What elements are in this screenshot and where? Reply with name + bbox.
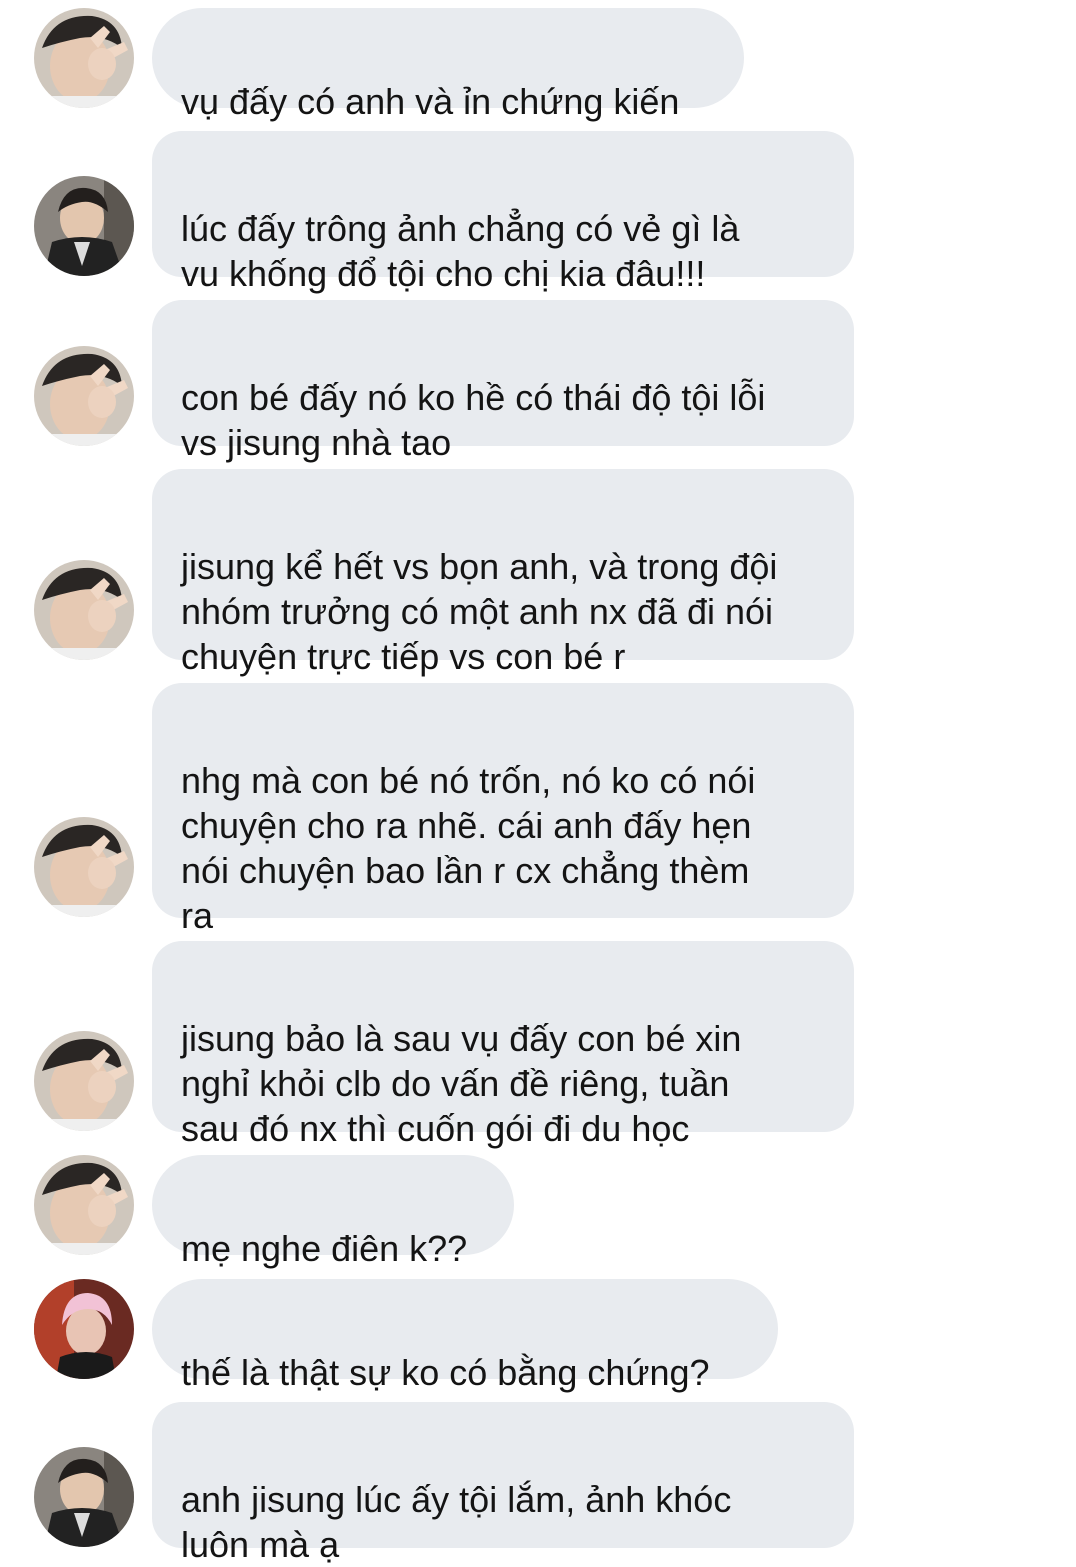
message-text: vụ đấy có anh và ỉn chứng kiến <box>181 81 680 122</box>
sender-avatar[interactable] <box>34 8 134 108</box>
sender-avatar[interactable] <box>34 560 134 660</box>
message-bubble[interactable]: anh jisung lúc ấy tội lắm, ảnh khóc luôn… <box>152 1402 854 1565</box>
pink-hair-avatar-icon <box>34 1279 134 1379</box>
hand-avatar-icon <box>34 8 134 108</box>
sender-avatar[interactable] <box>34 1031 134 1131</box>
message-bubble[interactable]: vụ đấy có anh và ỉn chứng kiến <box>152 8 744 122</box>
message-bubble[interactable]: thế là thật sự ko có bằng chứng? <box>152 1279 778 1393</box>
message-bubble[interactable]: nhg mà con bé nó trốn, nó ko có nói chuy… <box>152 683 854 936</box>
message-bubble[interactable]: mẹ nghe điên k?? <box>152 1155 514 1269</box>
message-text: nhg mà con bé nó trốn, nó ko có nói chuy… <box>181 760 756 936</box>
sender-avatar[interactable] <box>34 1447 134 1547</box>
hand-avatar-icon <box>34 346 134 446</box>
hand-avatar-icon <box>34 560 134 660</box>
message-bubble[interactable]: jisung bảo là sau vụ đấy con bé xin nghỉ… <box>152 941 854 1149</box>
message-bubble[interactable]: con bé đấy nó ko hề có thái độ tội lỗi v… <box>152 300 854 463</box>
jacket-avatar-icon <box>34 1447 134 1547</box>
message-text: mẹ nghe điên k?? <box>181 1228 468 1269</box>
hand-avatar-icon <box>34 1031 134 1131</box>
jacket-avatar-icon <box>34 176 134 276</box>
message-text: lúc đấy trông ảnh chẳng có vẻ gì là vu k… <box>181 208 740 294</box>
hand-avatar-icon <box>34 817 134 917</box>
message-bubble[interactable]: lúc đấy trông ảnh chẳng có vẻ gì là vu k… <box>152 131 854 294</box>
hand-avatar-icon <box>34 1155 134 1255</box>
sender-avatar[interactable] <box>34 1279 134 1379</box>
message-bubble[interactable]: jisung kể hết vs bọn anh, và trong đội n… <box>152 469 854 677</box>
sender-avatar[interactable] <box>34 346 134 446</box>
sender-avatar[interactable] <box>34 176 134 276</box>
message-text: anh jisung lúc ấy tội lắm, ảnh khóc luôn… <box>181 1479 732 1565</box>
sender-avatar[interactable] <box>34 1155 134 1255</box>
message-text: jisung bảo là sau vụ đấy con bé xin nghỉ… <box>181 1018 742 1149</box>
sender-avatar[interactable] <box>34 817 134 917</box>
message-thread: vụ đấy có anh và ỉn chứng kiến lúc đấy t… <box>0 0 1076 1565</box>
message-text: jisung kể hết vs bọn anh, và trong đội n… <box>181 546 778 677</box>
message-text: thế là thật sự ko có bằng chứng? <box>181 1352 710 1393</box>
message-text: con bé đấy nó ko hề có thái độ tội lỗi v… <box>181 377 766 463</box>
